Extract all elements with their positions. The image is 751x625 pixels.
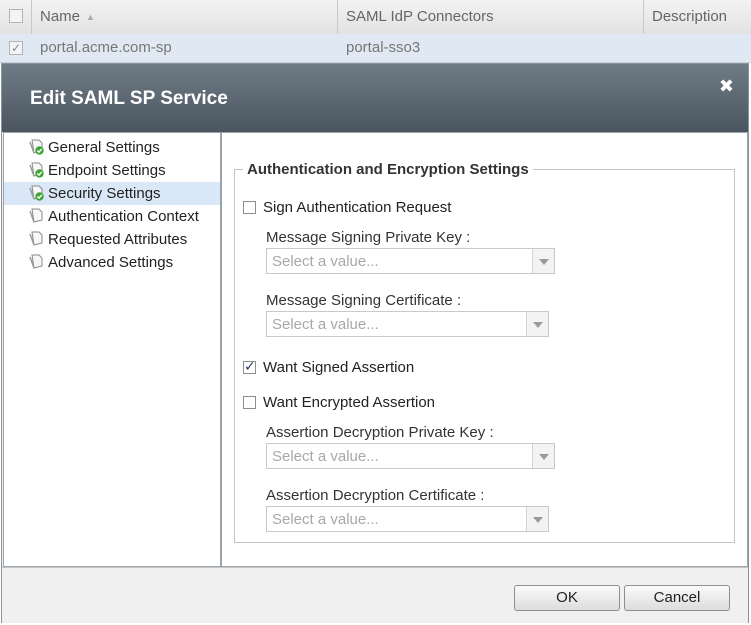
msg-signing-cert-placeholder: Select a value... [272,316,379,333]
row-checkbox[interactable]: ✓ [9,41,23,55]
edit-saml-sp-dialog: Edit SAML SP Service ✖ General Settings E… [1,63,749,623]
assertion-decrypt-key-label: Assertion Decryption Private Key : [266,424,494,441]
cancel-button[interactable]: Cancel [624,585,730,611]
nav-item-label: Authentication Context [48,208,199,225]
want-signed-assertion-checkbox[interactable] [243,358,256,375]
column-header-description-label: Description [652,8,728,25]
nav-item-label: Security Settings [48,185,161,202]
msg-signing-cert-label-text: Message Signing Certificate [266,292,453,309]
assertion-decrypt-cert-placeholder: Select a value... [272,511,379,528]
nav-item-authentication-context[interactable]: Authentication Context [4,205,220,228]
document-icon [28,208,44,224]
column-header-connectors-label: SAML IdP Connectors [346,8,494,25]
row-name: portal.acme.com-sp [40,39,172,56]
column-header-name[interactable]: Name ▲ [32,0,338,34]
document-check-icon [28,162,44,178]
msg-signing-cert-label: Message Signing Certificate : [266,292,461,309]
dialog-footer: OK Cancel [2,567,748,623]
assertion-decrypt-key-placeholder: Select a value... [272,448,379,465]
nav-item-requested-attributes[interactable]: Requested Attributes [4,228,220,251]
select-all-checkbox[interactable] [9,9,23,23]
assertion-decrypt-cert-label: Assertion Decryption Certificate : [266,487,484,504]
nav-item-endpoint-settings[interactable]: Endpoint Settings [4,159,220,182]
dialog-title: Edit SAML SP Service [30,88,228,109]
column-header-connectors[interactable]: SAML IdP Connectors [338,0,644,34]
msg-signing-cert-colon: : [456,292,462,309]
document-icon [28,231,44,247]
column-header-description[interactable]: Description [644,0,751,34]
nav-item-advanced-settings[interactable]: Advanced Settings [4,251,220,274]
grid-header: Name ▲ SAML IdP Connectors Description [0,0,751,35]
want-signed-assertion-label: Want Signed Assertion [263,359,415,376]
document-icon [28,254,44,270]
document-check-icon [28,139,44,155]
want-encrypted-assertion-checkbox[interactable] [243,396,256,409]
msg-signing-key-select[interactable]: Select a value... [266,248,555,274]
document-check-icon [28,185,44,201]
msg-signing-key-colon: : [466,229,471,246]
chevron-down-icon[interactable] [526,312,548,336]
column-header-name-label: Name [40,8,81,25]
nav-item-label: Requested Attributes [48,231,188,248]
sign-auth-request-row[interactable]: Sign Authentication Request [243,199,451,219]
chevron-down-icon[interactable] [532,249,554,273]
settings-nav: General Settings Endpoint Settings Securit… [3,132,221,567]
select-all-column[interactable] [0,0,32,34]
assertion-decrypt-cert-colon: : [480,487,485,504]
table-row[interactable]: ✓ portal.acme.com-sp portal-sso3 [0,34,751,63]
chevron-down-icon[interactable] [532,444,554,468]
sign-auth-request-label: Sign Authentication Request [263,199,452,216]
want-signed-assertion-row[interactable]: Want Signed Assertion [243,358,415,379]
msg-signing-cert-select[interactable]: Select a value... [266,311,549,337]
ok-button[interactable]: OK [514,585,620,611]
msg-signing-key-label-text: Message Signing Private Key [266,229,462,246]
want-encrypted-assertion-label: Want Encrypted Assertion [263,394,436,411]
msg-signing-key-placeholder: Select a value... [272,253,379,270]
chevron-down-icon[interactable] [526,507,548,531]
nav-item-label: Advanced Settings [48,254,174,271]
assertion-decrypt-key-label-text: Assertion Decryption Private Key [266,424,486,441]
assertion-decrypt-key-select[interactable]: Select a value... [266,443,555,469]
row-connectors: portal-sso3 [346,39,421,56]
nav-item-security-settings[interactable]: Security Settings [4,182,220,205]
auth-encryption-section: Authentication and Encryption Settings S… [234,161,735,543]
msg-signing-key-label: Message Signing Private Key : [266,229,470,246]
nav-item-general-settings[interactable]: General Settings [4,136,220,159]
section-legend: Authentication and Encryption Settings [247,161,529,178]
nav-item-label: Endpoint Settings [48,162,166,179]
sort-ascending-icon: ▲ [86,12,95,23]
assertion-decrypt-cert-label-text: Assertion Decryption Certificate [266,487,477,504]
settings-content: Authentication and Encryption Settings S… [221,132,748,567]
assertion-decrypt-key-colon: : [489,424,494,441]
want-encrypted-assertion-row[interactable]: Want Encrypted Assertion [243,394,435,414]
close-icon[interactable]: ✖ [719,76,734,97]
assertion-decrypt-cert-select[interactable]: Select a value... [266,506,549,532]
sign-auth-request-checkbox[interactable] [243,201,256,214]
nav-item-label: General Settings [48,139,160,156]
dialog-header: Edit SAML SP Service ✖ [2,64,748,132]
